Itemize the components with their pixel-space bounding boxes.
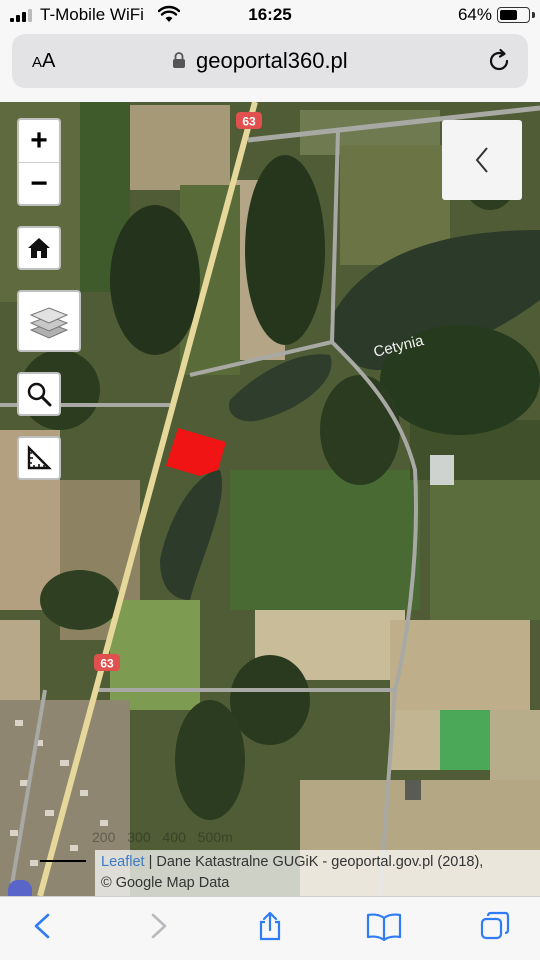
layers-button[interactable] <box>17 290 81 352</box>
back-icon[interactable] <box>28 911 58 941</box>
map-view[interactable]: 63 63 Cetynia <box>0 102 540 896</box>
road-shield-top: 63 <box>236 112 262 129</box>
scale-bar <box>40 860 86 862</box>
status-bar: T-Mobile WiFi 16:25 64% <box>0 0 540 30</box>
scale-labels: 200 300 400 500m <box>92 829 233 845</box>
road-shield-top-label: 63 <box>242 115 256 129</box>
browser-toolbar <box>0 896 540 960</box>
search-icon <box>27 382 52 407</box>
home-icon <box>28 238 50 258</box>
attribution-text-2: © Google Map Data <box>101 875 230 891</box>
share-icon[interactable] <box>255 911 285 941</box>
tabs-icon[interactable] <box>480 911 510 941</box>
panel-toggle-button[interactable] <box>442 120 522 200</box>
leaflet-link[interactable]: Leaflet <box>101 854 145 870</box>
zoom-control: + − <box>17 118 61 206</box>
text-size-small-label: A <box>32 54 43 71</box>
road-shield-bottom-label: 63 <box>100 657 114 671</box>
bookmarks-icon[interactable] <box>366 911 402 941</box>
address-bar[interactable]: AA geoportal360.pl <box>12 34 528 88</box>
text-size-button[interactable]: AA <box>32 50 55 73</box>
url-text[interactable]: geoportal360.pl <box>196 48 348 74</box>
road-shield-bottom: 63 <box>94 654 120 671</box>
map-attribution: Leaflet | Dane Katastralne GUGiK - geopo… <box>95 850 540 896</box>
text-size-large-label: A <box>42 50 56 72</box>
lock-icon <box>173 52 185 68</box>
home-button[interactable] <box>17 226 61 270</box>
battery-percent: 64% <box>457 5 492 24</box>
map-search-button[interactable] <box>17 372 61 416</box>
layers-icon <box>29 307 69 339</box>
zoom-in-button[interactable]: + <box>19 120 59 162</box>
battery-icon <box>497 7 530 23</box>
attribution-text: | Dane Katastralne GUGiK - geoportal.gov… <box>144 854 484 870</box>
battery-nub <box>532 12 535 18</box>
measure-button[interactable] <box>17 436 61 480</box>
measure-icon <box>27 445 52 470</box>
satellite-imagery[interactable]: 63 63 Cetynia <box>0 102 540 896</box>
reload-icon[interactable] <box>486 48 512 74</box>
forward-icon[interactable] <box>143 911 173 941</box>
zoom-out-button[interactable]: − <box>19 162 59 204</box>
chevron-left-icon <box>475 147 488 173</box>
